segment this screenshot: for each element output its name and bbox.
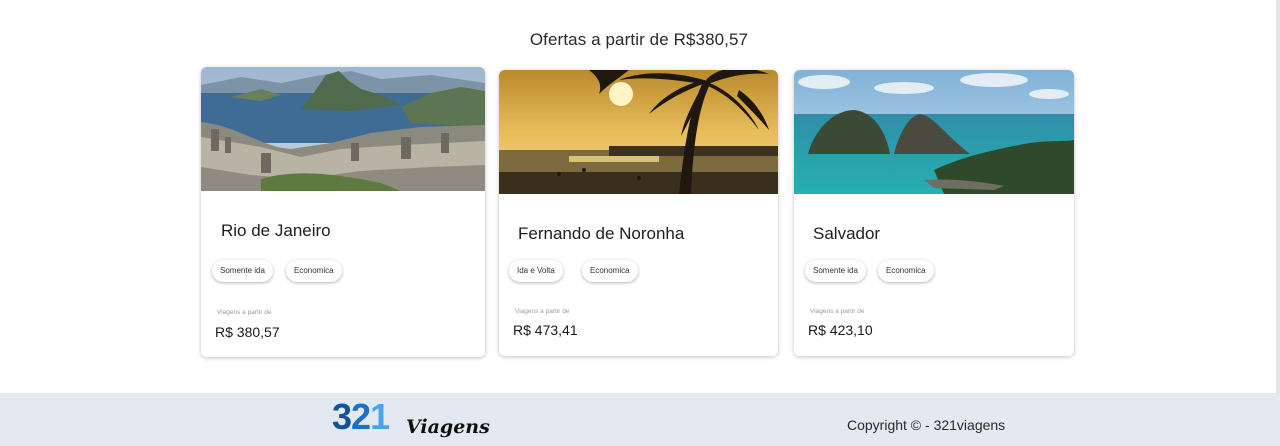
footer: 321 Viagens Copyright © - 321viagens <box>0 393 1280 446</box>
price-caption: Viagens a partir de <box>217 309 272 316</box>
tag-chip[interactable]: Ida e Volta <box>509 260 563 282</box>
beach-sunset-photo <box>499 70 778 194</box>
price: R$ 423,10 <box>808 322 873 338</box>
offer-card-rio[interactable]: Rio de Janeiro Somente ida Economica Via… <box>201 67 485 357</box>
rio-de-janeiro-photo <box>201 67 485 191</box>
price: R$ 473,41 <box>513 322 578 338</box>
logo-number: 321 <box>332 396 390 438</box>
logo[interactable]: 321 Viagens <box>332 396 492 442</box>
logo-wordmark: Viagens <box>406 416 490 438</box>
copyright-text: Copyright © - 321viagens <box>847 417 1006 433</box>
card-city-name: Salvador <box>813 224 881 243</box>
section-title: Ofertas a partir de R$380,57 <box>529 30 749 49</box>
sea-islands-photo <box>794 70 1074 194</box>
scrollbar[interactable] <box>1276 0 1280 393</box>
price-caption: Viagens a partir de <box>515 308 570 315</box>
logo-digit: 3 <box>332 396 352 437</box>
logo-digit: 2 <box>351 396 371 437</box>
card-city-name: Fernando de Noronha <box>518 224 685 243</box>
tag-chip[interactable]: Economica <box>286 260 342 282</box>
price: R$ 380,57 <box>215 324 280 340</box>
tag-chip[interactable]: Economica <box>582 260 638 282</box>
offer-card-salvador[interactable]: Salvador Somente ida Economica Viagens a… <box>794 70 1074 356</box>
tag-chip[interactable]: Somente ida <box>212 260 273 282</box>
card-city-name: Rio de Janeiro <box>221 221 331 240</box>
offer-card-noronha[interactable]: Fernando de Noronha Ida e Volta Economic… <box>499 70 778 356</box>
price-caption: Viagens a partir de <box>810 308 865 315</box>
logo-digit: 1 <box>370 396 390 437</box>
tag-chip[interactable]: Economica <box>878 260 934 282</box>
tag-chip[interactable]: Somente ida <box>805 260 866 282</box>
